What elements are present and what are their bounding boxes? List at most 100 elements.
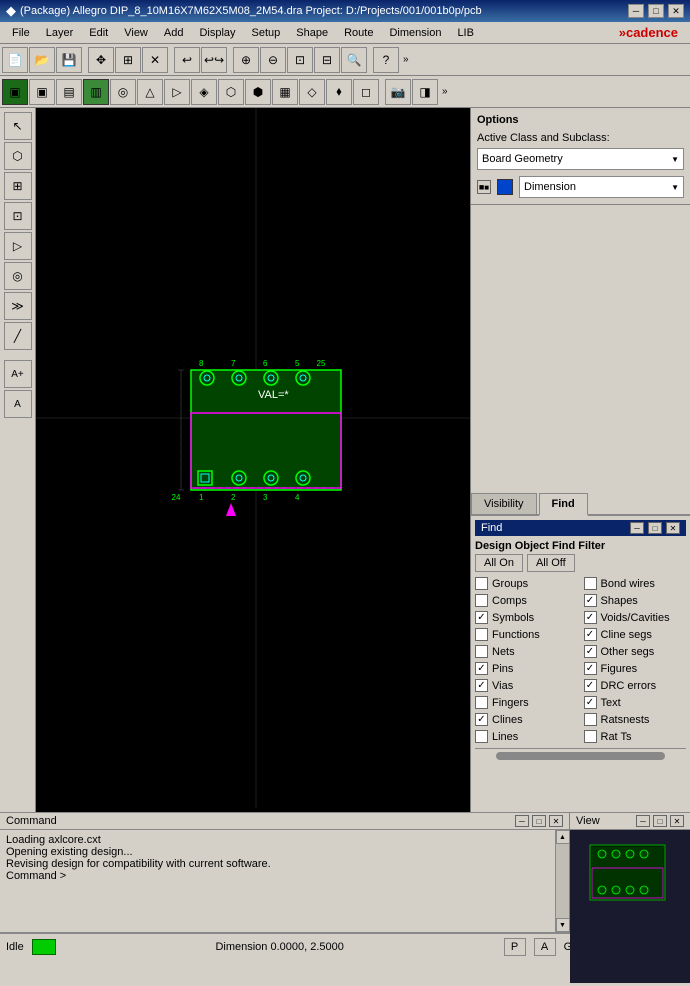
tool-4[interactable]: ▷: [4, 232, 32, 260]
all-on-button[interactable]: All On: [475, 554, 523, 572]
menu-setup[interactable]: Setup: [244, 25, 289, 41]
menu-route[interactable]: Route: [336, 25, 381, 41]
command-scrollbar[interactable]: ▲ ▼: [555, 830, 569, 932]
tb2-2[interactable]: ▣: [29, 79, 55, 105]
cb-comps[interactable]: [475, 594, 488, 607]
close-button[interactable]: ✕: [668, 4, 684, 18]
tb2-8[interactable]: ◈: [191, 79, 217, 105]
tb-delete[interactable]: ✕: [142, 47, 168, 73]
cb-figures[interactable]: [584, 662, 597, 675]
tb2-6[interactable]: △: [137, 79, 163, 105]
menu-layer[interactable]: Layer: [38, 25, 82, 41]
tb2-3[interactable]: ▤: [56, 79, 82, 105]
class-dropdown[interactable]: Board Geometry ▼: [477, 148, 684, 170]
tb2-12[interactable]: ◇: [299, 79, 325, 105]
minimize-button[interactable]: ─: [628, 4, 644, 18]
tb2-7[interactable]: ▷: [164, 79, 190, 105]
tb2-9[interactable]: ⬡: [218, 79, 244, 105]
cb-functions[interactable]: [475, 628, 488, 641]
view-canvas[interactable]: [570, 830, 690, 983]
view-close[interactable]: ✕: [670, 815, 684, 827]
tb2-camera[interactable]: 📷: [385, 79, 411, 105]
p-button[interactable]: P: [504, 938, 526, 956]
cb-symbols[interactable]: [475, 611, 488, 624]
subclass-checkbox[interactable]: ■: [477, 180, 491, 194]
menu-dimension[interactable]: Dimension: [381, 25, 449, 41]
subclass-dropdown[interactable]: Dimension ▼: [519, 176, 684, 198]
cb-vias[interactable]: [475, 679, 488, 692]
tb-zoom-area[interactable]: ⊟: [314, 47, 340, 73]
cb-fingers[interactable]: [475, 696, 488, 709]
tab-find[interactable]: Find: [539, 493, 588, 516]
tb-zoom-in[interactable]: ⊕: [233, 47, 259, 73]
cmd-close[interactable]: ✕: [549, 815, 563, 827]
tb2-14[interactable]: ◻: [353, 79, 379, 105]
tab-visibility[interactable]: Visibility: [471, 493, 537, 514]
scroll-down-btn[interactable]: ▼: [556, 918, 570, 932]
tb-redo[interactable]: ↩↩: [201, 47, 227, 73]
tool-2[interactable]: ⊞: [4, 172, 32, 200]
cb-drc-errors[interactable]: [584, 679, 597, 692]
menu-edit[interactable]: Edit: [81, 25, 116, 41]
cb-voids[interactable]: [584, 611, 597, 624]
tool-5[interactable]: ◎: [4, 262, 32, 290]
maximize-button[interactable]: □: [648, 4, 664, 18]
cb-other-segs[interactable]: [584, 645, 597, 658]
tool-text-a[interactable]: A+: [4, 360, 32, 388]
cb-text[interactable]: [584, 696, 597, 709]
cb-nets[interactable]: [475, 645, 488, 658]
find-scroll-bar[interactable]: [475, 748, 686, 762]
tool-1[interactable]: ⬡: [4, 142, 32, 170]
a-button[interactable]: A: [534, 938, 556, 956]
scroll-up-btn[interactable]: ▲: [556, 830, 570, 844]
tb-save[interactable]: 💾: [56, 47, 82, 73]
find-minimize[interactable]: ─: [630, 522, 644, 534]
menu-add[interactable]: Add: [156, 25, 192, 41]
cb-rat-ts[interactable]: [584, 730, 597, 743]
cb-lines[interactable]: [475, 730, 488, 743]
cb-pins[interactable]: [475, 662, 488, 675]
tool-text-b[interactable]: A: [4, 390, 32, 418]
tb-zoom-out[interactable]: ⊖: [260, 47, 286, 73]
tb2-5[interactable]: ◎: [110, 79, 136, 105]
cmd-maximize[interactable]: □: [532, 815, 546, 827]
tb-zoom-fit[interactable]: ⊡: [287, 47, 313, 73]
scroll-track[interactable]: [556, 844, 570, 918]
tb-open[interactable]: 📂: [29, 47, 55, 73]
tb-more-2[interactable]: »: [439, 86, 451, 97]
tb-new[interactable]: 📄: [2, 47, 28, 73]
tb-more-1[interactable]: »: [400, 54, 412, 65]
tb2-panel[interactable]: ◨: [412, 79, 438, 105]
tb2-4[interactable]: ▥: [83, 79, 109, 105]
tb-move[interactable]: ✥: [88, 47, 114, 73]
cb-groups[interactable]: [475, 577, 488, 590]
all-off-button[interactable]: All Off: [527, 554, 575, 572]
canvas-area[interactable]: VAL=*: [36, 108, 470, 812]
tool-3[interactable]: ⊡: [4, 202, 32, 230]
tool-6[interactable]: ≫: [4, 292, 32, 320]
tb2-13[interactable]: ⬧: [326, 79, 352, 105]
tb2-11[interactable]: ▦: [272, 79, 298, 105]
tb-copy[interactable]: ⊞: [115, 47, 141, 73]
view-minimize[interactable]: ─: [636, 815, 650, 827]
menu-display[interactable]: Display: [191, 25, 243, 41]
menu-view[interactable]: View: [116, 25, 156, 41]
menu-lib[interactable]: LIB: [449, 25, 482, 41]
tool-select[interactable]: ↖: [4, 112, 32, 140]
cb-shapes[interactable]: [584, 594, 597, 607]
tb2-1[interactable]: ▣: [2, 79, 28, 105]
tb-undo[interactable]: ↩: [174, 47, 200, 73]
tb-zoom-prev[interactable]: 🔍: [341, 47, 367, 73]
cb-cline-segs[interactable]: [584, 628, 597, 641]
find-close[interactable]: ✕: [666, 522, 680, 534]
tb2-10[interactable]: ⬢: [245, 79, 271, 105]
cb-bond-wires[interactable]: [584, 577, 597, 590]
find-maximize[interactable]: □: [648, 522, 662, 534]
cb-clines[interactable]: [475, 713, 488, 726]
view-maximize[interactable]: □: [653, 815, 667, 827]
menu-shape[interactable]: Shape: [288, 25, 336, 41]
cmd-minimize[interactable]: ─: [515, 815, 529, 827]
tb-help[interactable]: ?: [373, 47, 399, 73]
menu-file[interactable]: File: [4, 25, 38, 41]
tool-line[interactable]: ╱: [4, 322, 32, 350]
